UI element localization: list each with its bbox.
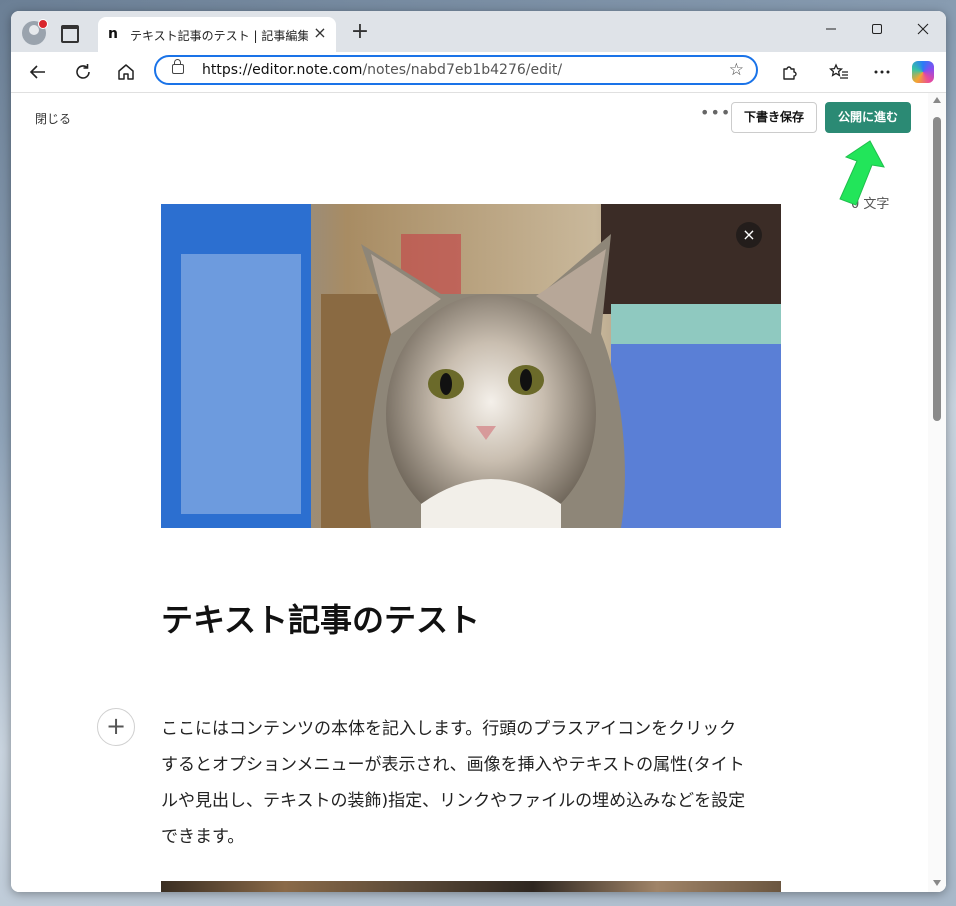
tab-close-icon[interactable]: ×	[310, 23, 330, 43]
scrollbar-thumb[interactable]	[933, 117, 941, 421]
remove-image-button[interactable]: ×	[736, 222, 762, 248]
tab-active[interactable]: n テキスト記事のテスト | 記事編集 | note ×	[98, 17, 336, 52]
arrow-left-icon[interactable]	[24, 58, 52, 86]
reload-icon[interactable]	[69, 58, 97, 86]
body-line: するとオプションメニューが表示され、画像を挿入やテキストの属性(タイト	[161, 755, 745, 775]
article-title[interactable]: テキスト記事のテスト	[161, 595, 480, 641]
address-bar[interactable]: https://editor.note.com/notes/nabd7eb1b4…	[154, 55, 758, 85]
article-body[interactable]: ここにはコンテンツの本体を記入します。行頭のプラスアイコンをクリック するとオプ…	[161, 711, 787, 855]
new-tab-button[interactable]: +	[348, 21, 372, 43]
body-line: ここにはコンテンツの本体を記入します。行頭のプラスアイコンをクリック	[161, 719, 737, 739]
cat-photo	[161, 204, 781, 528]
notification-dot	[38, 19, 48, 29]
body-line: ルや見出し、テキストの装飾)指定、リンクやファイルの埋め込みなどを設定	[161, 791, 746, 811]
star-icon[interactable]: ☆	[729, 60, 744, 80]
home-icon[interactable]	[112, 58, 140, 86]
more-icon[interactable]	[868, 58, 896, 86]
tab-bar: n テキスト記事のテスト | 記事編集 | note × +	[11, 11, 946, 52]
more-options-icon[interactable]: •••	[700, 103, 731, 122]
maximize-icon[interactable]	[854, 11, 899, 51]
profile-avatar[interactable]	[22, 19, 48, 45]
url-path: /notes/nabd7eb1b4276/edit/	[362, 62, 563, 78]
insert-menu-button[interactable]: +	[97, 708, 135, 746]
lock-icon[interactable]	[172, 59, 184, 74]
note-favicon-icon: n	[108, 26, 118, 42]
url-host: https://editor.note.com	[202, 62, 363, 78]
tab-actions-icon[interactable]	[61, 25, 79, 43]
favorites-icon[interactable]	[825, 58, 853, 86]
scrollbar[interactable]	[928, 93, 946, 892]
scroll-down-icon[interactable]	[933, 880, 941, 886]
close-editor-link[interactable]: 閉じる	[35, 110, 71, 127]
minimize-icon[interactable]	[808, 11, 853, 51]
tab-title: テキスト記事のテスト | 記事編集 | note	[130, 29, 308, 43]
copilot-icon[interactable]	[912, 61, 934, 83]
inline-image[interactable]	[161, 881, 781, 892]
publish-button[interactable]: 公開に進む	[825, 102, 911, 133]
header-image[interactable]	[161, 204, 781, 528]
page-viewport: 閉じる ••• 下書き保存 公開に進む 0 文字 × テキスト記事のテスト + …	[11, 93, 946, 892]
browser-window: n テキスト記事のテスト | 記事編集 | note × + https://e…	[11, 11, 946, 892]
browser-toolbar: https://editor.note.com/notes/nabd7eb1b4…	[11, 52, 946, 93]
close-window-icon[interactable]	[900, 11, 945, 51]
annotation-arrow-icon	[839, 140, 885, 206]
puzzle-icon[interactable]	[776, 58, 804, 86]
url-text[interactable]: https://editor.note.com/notes/nabd7eb1b4…	[202, 62, 562, 78]
scroll-up-icon[interactable]	[933, 97, 941, 103]
save-draft-button[interactable]: 下書き保存	[731, 102, 817, 133]
body-line: できます。	[161, 827, 245, 847]
